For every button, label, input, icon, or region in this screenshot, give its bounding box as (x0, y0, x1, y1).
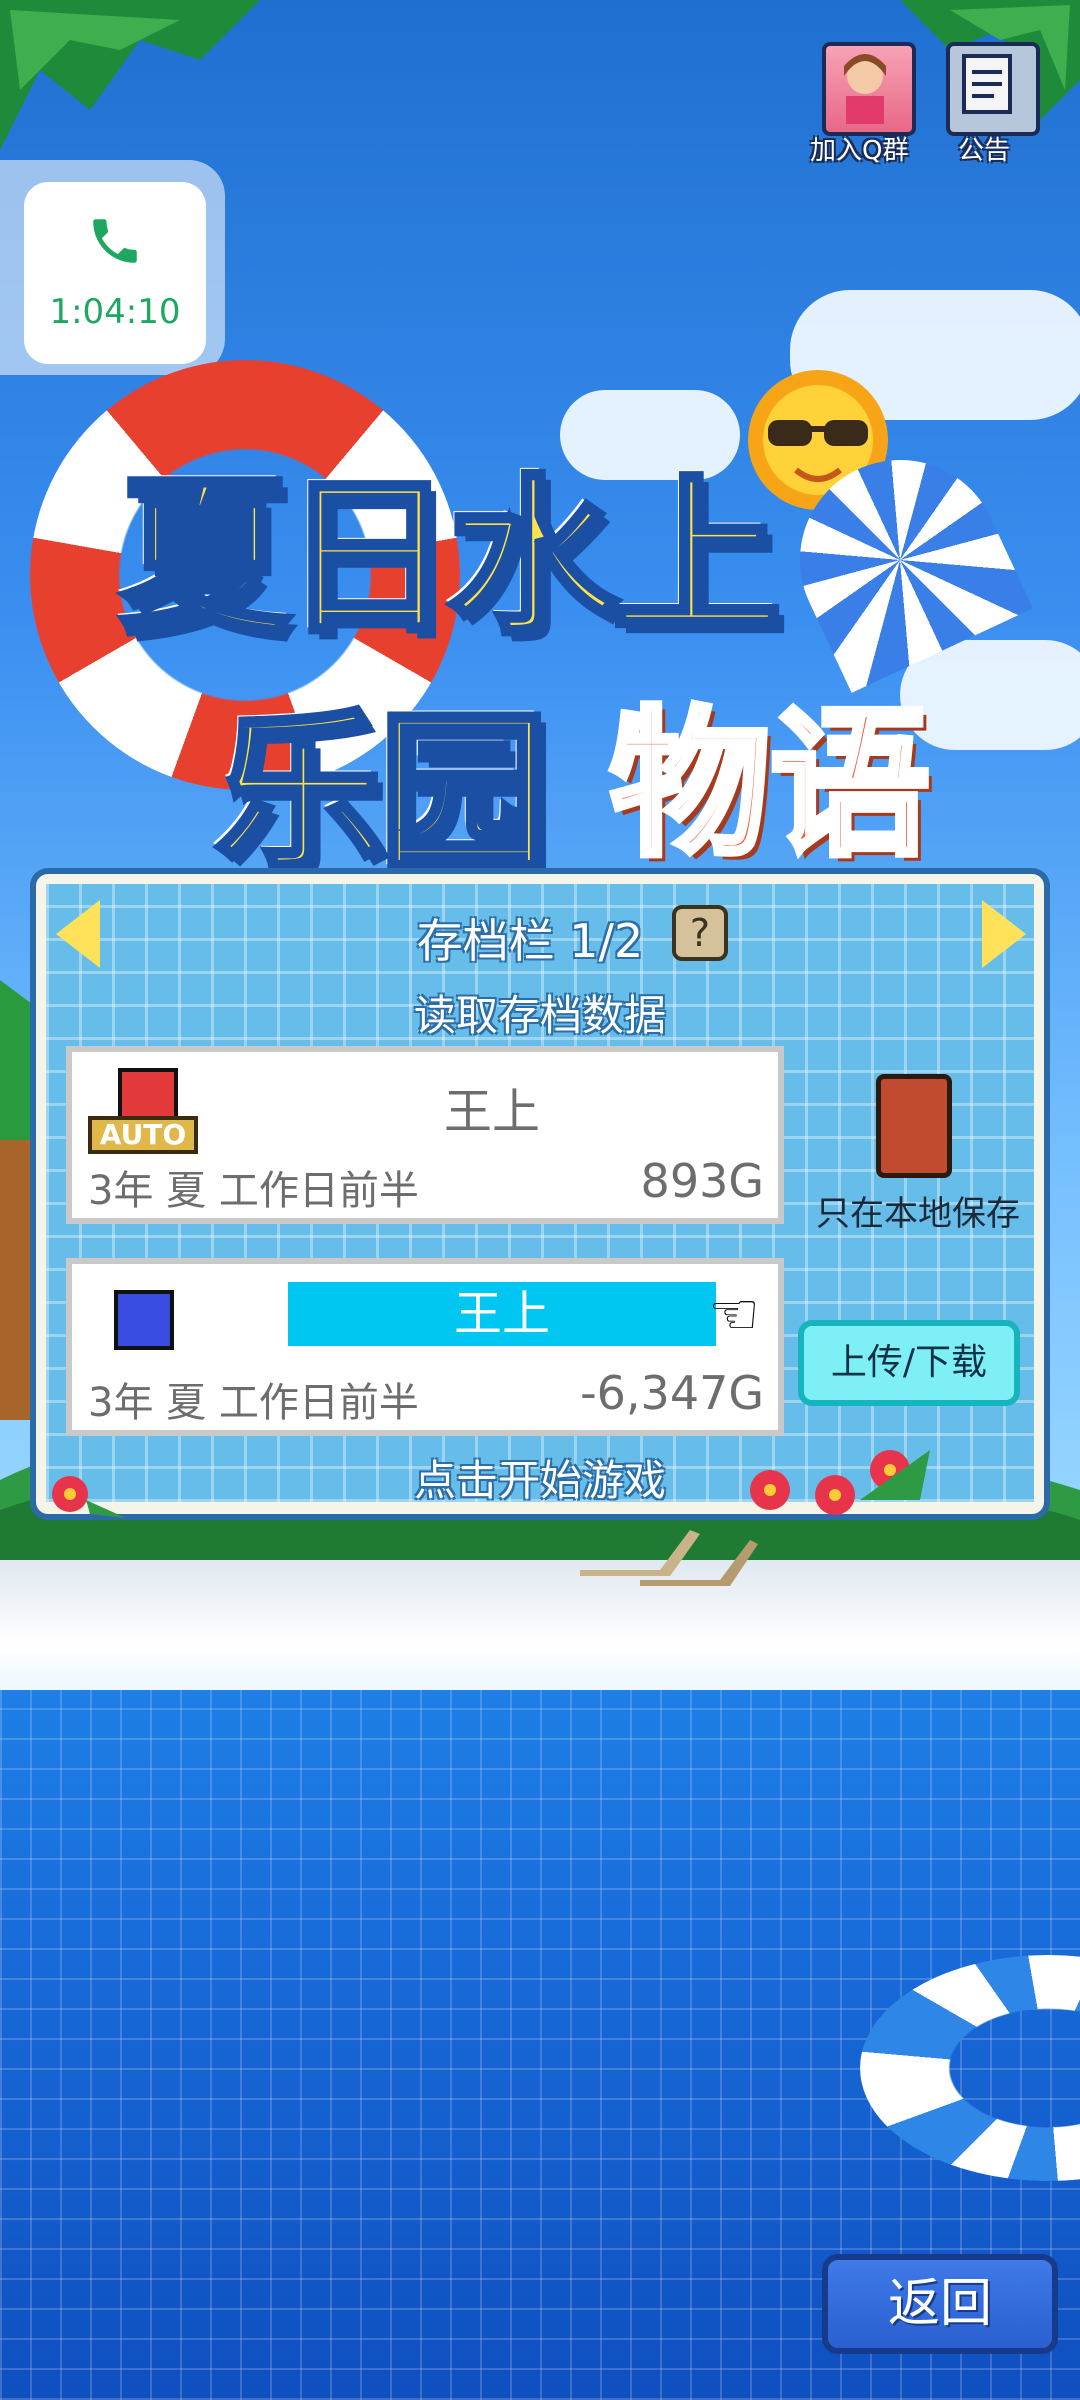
beach (0, 1560, 1080, 1700)
document-icon (962, 54, 1012, 114)
call-widget-inner[interactable] (24, 182, 206, 364)
floppy-disk-icon (114, 1290, 174, 1350)
back-button[interactable]: 返回 (822, 2254, 1058, 2354)
logo-title-line3: 物语 (607, 688, 933, 881)
join-qq-group-icon[interactable] (822, 42, 916, 136)
upload-download-button[interactable]: 上传/下载 (798, 1320, 1020, 1406)
hibiscus-flowers-icon (750, 1450, 930, 1515)
load-save-label: 读取存档数据 (413, 991, 666, 1040)
logo-title-line2: 乐园 (212, 692, 552, 896)
save-slot-name: 王上 (443, 1084, 540, 1140)
save-slot-name-selected: 王上 (288, 1282, 716, 1346)
save-slot-title: 存档栏 1/2 (416, 914, 644, 968)
tap-to-start-label[interactable]: 点击开始游戏 (340, 1447, 740, 1508)
notice-icon[interactable] (946, 42, 1040, 136)
save-slot-auto[interactable]: AUTO 王上 3年 夏 工作日前半 893G (66, 1046, 784, 1224)
palm-tree-top-left (0, 0, 260, 150)
game-screen: 加入Q群 公告 1:04:10 夏日水上 乐园 物语 存档栏 1/2 ? 读取存… (0, 0, 1080, 2400)
notice-label[interactable]: 公告 (958, 130, 1010, 167)
auto-save-badge: AUTO (88, 1116, 198, 1154)
logo-title-line1: 夏日水上 (117, 457, 785, 661)
save-slot-1[interactable]: 王上 3年 夏 工作日前半 -6,347G (66, 1258, 784, 1436)
save-slot-date: 3年 夏 工作日前半 (88, 1168, 419, 1214)
phone-call-icon (93, 219, 137, 263)
save-slot-date: 3年 夏 工作日前半 (88, 1380, 419, 1426)
join-qq-group-label[interactable]: 加入Q群 (810, 130, 908, 167)
avatar-icon (844, 54, 886, 124)
local-save-only-label: 只在本地保存 (816, 1194, 1020, 1234)
hibiscus-flower-icon (52, 1476, 126, 1518)
call-duration[interactable]: 1:04:10 (24, 292, 206, 332)
next-page-arrow-icon[interactable] (982, 900, 1026, 968)
save-slot-money: 893G (640, 1154, 764, 1208)
deck-chairs-icon (580, 1530, 758, 1586)
save-slot-money: -6,347G (580, 1366, 764, 1420)
local-device-icon (876, 1074, 952, 1178)
pointing-hand-cursor-icon: ☜ (708, 1280, 760, 1348)
help-button[interactable]: ? (672, 905, 728, 961)
previous-page-arrow-icon[interactable] (56, 900, 100, 968)
